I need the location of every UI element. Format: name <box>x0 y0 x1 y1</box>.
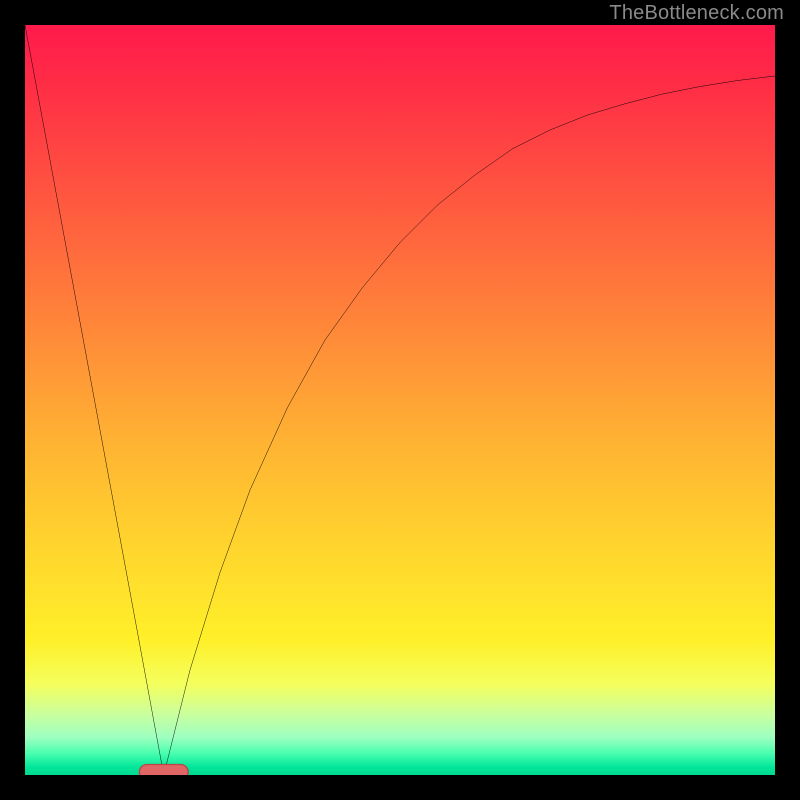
watermark-text: TheBottleneck.com <box>609 2 784 25</box>
plot-area <box>25 25 775 775</box>
bottleneck-curve <box>25 25 775 775</box>
curve-layer <box>25 25 775 775</box>
chart-frame: TheBottleneck.com <box>0 0 800 800</box>
minimum-marker <box>139 765 188 776</box>
